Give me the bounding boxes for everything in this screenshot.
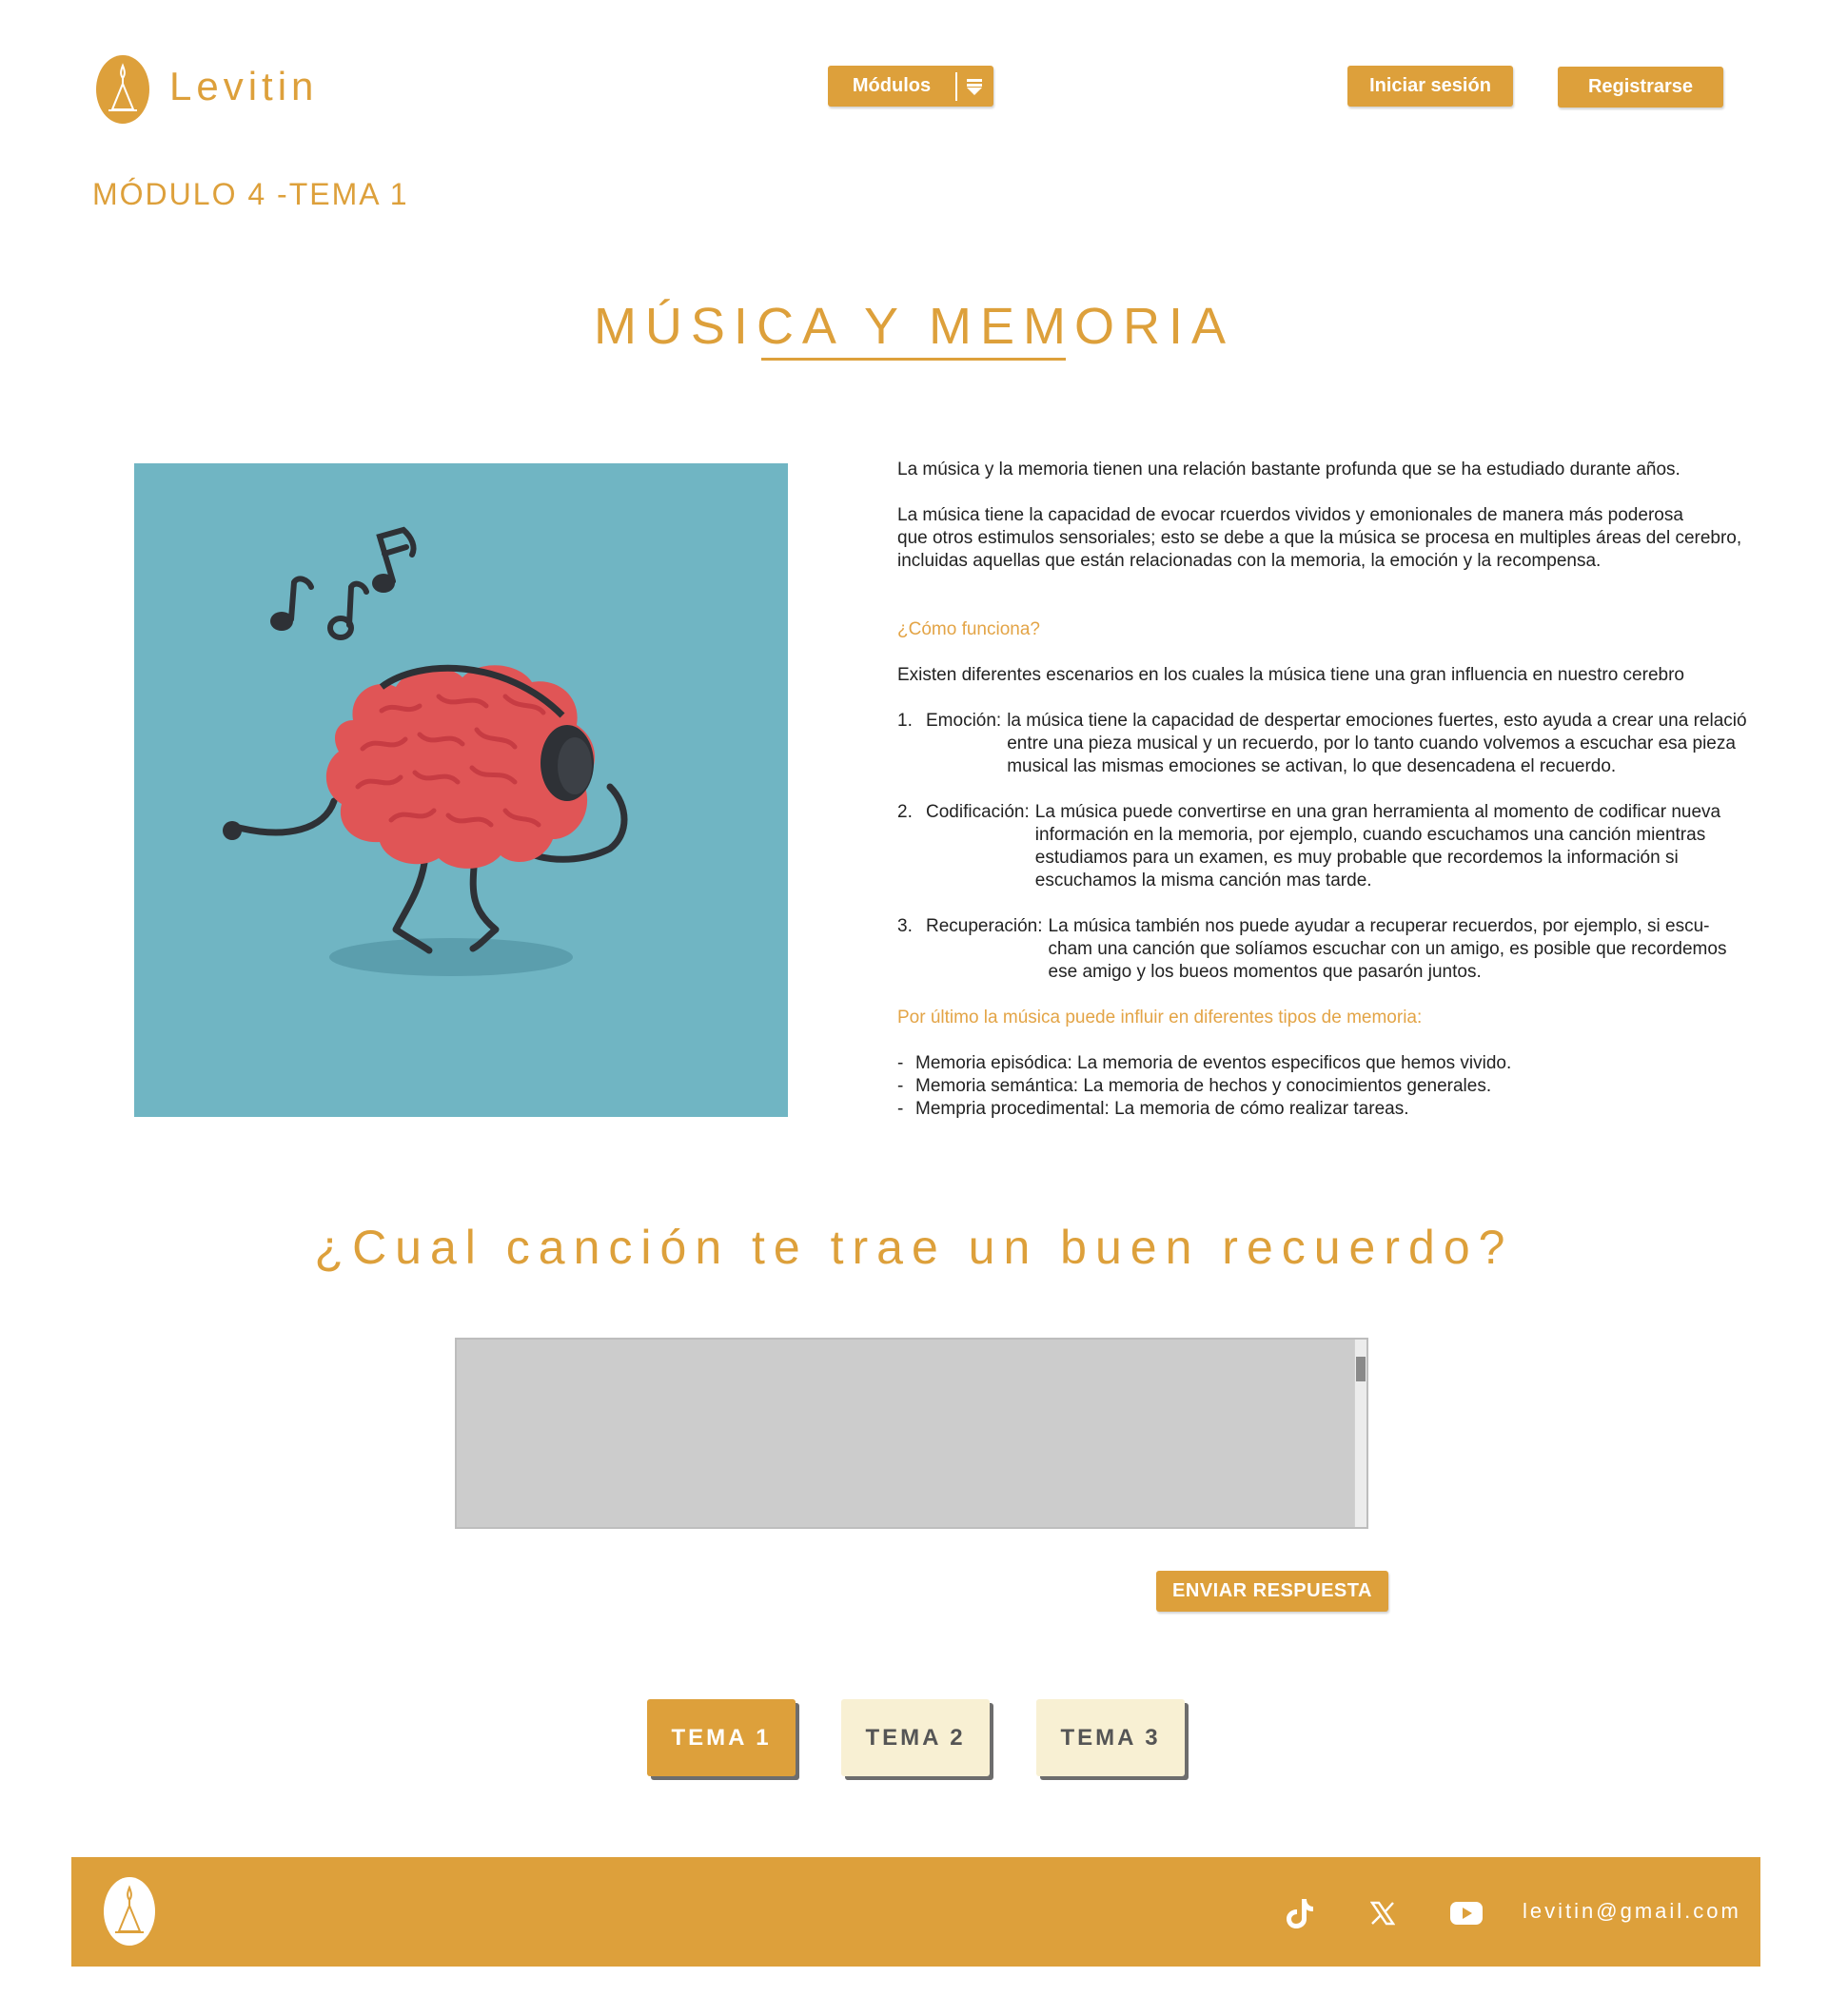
memory-types-heading: Por último la música puede influir en di… (897, 1008, 1423, 1028)
list-line: información en la memoria, por ejemplo, … (1034, 825, 1706, 845)
memory-type-item: - Memoria episódica: La memoria de evento… (897, 1053, 1512, 1073)
question-heading: ¿Cual canción te trae un buen recuerdo? (314, 1221, 1514, 1274)
list-item-retrieval: 3. Recuperación: La música también nos p… (897, 915, 1754, 984)
title-underline (761, 358, 1066, 361)
footer-logo-icon[interactable] (103, 1876, 156, 1947)
article-paragraph-line: que otros estimulos sensoriales; esto se… (897, 528, 1742, 548)
list-line: estudiamos para un examen, es muy probab… (1034, 848, 1679, 868)
list-line: entre una pieza musical y un recuerdo, p… (1007, 734, 1736, 754)
list-line: la música tiene la capacidad de desperta… (1007, 711, 1747, 731)
list-line: La música también nos puede ayudar a rec… (1048, 916, 1710, 936)
tab-tema-1[interactable]: TEMA 1 (647, 1699, 796, 1776)
page-title: MÚSICA Y MEMORIA (593, 298, 1235, 355)
logo-icon[interactable] (95, 54, 150, 125)
contact-email[interactable]: levitin@gmail.com (1523, 1899, 1741, 1924)
list-term: Codificación: (926, 802, 1030, 822)
memory-type-text: Mempria procedimental: La memoria de cóm… (915, 1099, 1409, 1119)
footer: levitin@gmail.com (71, 1857, 1760, 1967)
list-term: Emoción: (926, 711, 1002, 731)
tiktok-icon[interactable] (1282, 1895, 1318, 1931)
list-number: 1. (897, 711, 913, 731)
dropdown-arrow-icon (957, 77, 992, 96)
register-button[interactable]: Registrarse (1558, 67, 1723, 108)
answer-scrollbar-thumb[interactable] (1356, 1357, 1366, 1381)
article-paragraph-line: incluidas aquellas que están relacionada… (897, 551, 1602, 571)
list-line: ese amigo y los bueos momentos que pasar… (1048, 962, 1482, 982)
x-icon[interactable] (1365, 1895, 1401, 1931)
article-body: La música y la memoria tienen una relaci… (897, 459, 1754, 1121)
brain-headphones-illustration (134, 463, 788, 1117)
memory-type-item: - Memoria semántica: La memoria de hechos… (897, 1076, 1492, 1096)
list-number: 2. (897, 802, 913, 822)
list-item-encoding: 2. Codificación: La música puede convert… (897, 801, 1754, 892)
list-line: cham una canción que solíamos escuchar c… (1048, 939, 1727, 959)
list-line: La música puede convertirse en una gran … (1034, 802, 1721, 822)
modules-label: Módulos (852, 75, 932, 96)
scenarios-intro: Existen diferentes escenarios en los cua… (897, 665, 1684, 685)
list-line: escuchamos la misma canción mas tarde. (1034, 871, 1372, 891)
list-item-emotion: 1. Emoción: la música tiene la capacidad… (897, 710, 1754, 778)
list-term: Recuperación: (926, 916, 1043, 936)
memory-type-item: - Mempria procedimental: La memoria de có… (897, 1099, 1409, 1119)
article-intro: La música y la memoria tienen una relaci… (897, 460, 1681, 480)
tab-tema-2[interactable]: TEMA 2 (841, 1699, 990, 1776)
how-it-works-heading: ¿Cómo funciona? (897, 619, 1040, 639)
memory-type-text: Memoria episódica: La memoria de eventos… (915, 1053, 1512, 1073)
modules-dropdown-button[interactable]: Módulos (828, 66, 993, 107)
tab-tema-3[interactable]: TEMA 3 (1036, 1699, 1185, 1776)
list-line: musical las mismas emociones se activan,… (1007, 756, 1617, 776)
article-paragraph-line: La música tiene la capacidad de evocar r… (897, 505, 1683, 525)
list-number: 3. (897, 916, 913, 936)
brand-name: Levitin (169, 64, 319, 108)
youtube-icon[interactable] (1448, 1895, 1484, 1931)
memory-type-text: Memoria semántica: La memoria de hechos … (915, 1076, 1492, 1096)
answer-textarea[interactable] (455, 1338, 1368, 1529)
module-breadcrumb: MÓDULO 4 -TEMA 1 (92, 177, 409, 211)
send-answer-button[interactable]: ENVIAR RESPUESTA (1156, 1571, 1388, 1612)
login-button[interactable]: Iniciar sesión (1347, 66, 1513, 107)
